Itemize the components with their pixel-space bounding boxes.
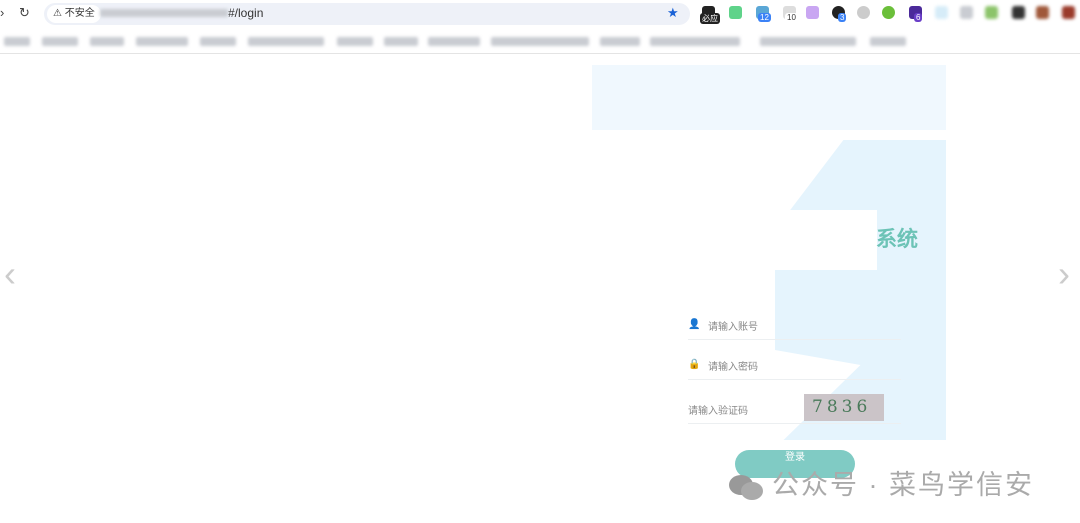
url-suffix: #/login [228,6,264,20]
bookmarks-bar [0,30,1080,54]
security-indicator[interactable]: ⚠ 不安全 [47,5,101,23]
bookmark-item[interactable] [4,37,30,46]
bookmark-item[interactable] [136,37,188,46]
bookmark-item[interactable] [248,37,324,46]
url-text: #/login [100,6,263,20]
extension-icon[interactable] [935,6,948,19]
password-field[interactable]: 🔒 请输入密码 [688,352,901,380]
bookmark-item[interactable] [428,37,480,46]
extension-badge: 必应 [700,13,720,24]
header-banner [592,65,946,130]
title-area [592,210,877,270]
reload-icon[interactable]: ↻ [19,5,30,21]
address-bar[interactable]: ⚠ 不安全 #/login ★ [44,3,690,25]
bookmark-item[interactable] [650,37,740,46]
bookmark-item[interactable] [384,37,418,46]
login-page: 系统 ‹ › 👤 请输入账号 🔒 请输入密码 请输入验证码 7836 登录 公众… [0,55,1080,523]
watermark: 公众号 · 菜鸟学信安 [728,463,1034,502]
bookmark-item[interactable] [491,37,589,46]
extension-badge: 10 [785,13,798,22]
captcha-input[interactable]: 请输入验证码 [688,402,748,417]
watermark-text: 公众号 · 菜鸟学信安 [772,470,1034,500]
bookmark-item[interactable] [200,37,236,46]
extension-badge: 6 [914,13,923,22]
next-arrow-icon[interactable]: › [1058,253,1070,295]
bookmark-item[interactable] [870,37,906,46]
prev-arrow-icon[interactable]: ‹ [4,253,16,295]
extension-badge: 12 [758,13,771,22]
bookmark-star-icon[interactable]: ★ [667,5,679,21]
extension-icon[interactable] [960,6,973,19]
system-title: 系统 [876,228,918,251]
bookmark-item[interactable] [42,37,78,46]
account-input[interactable]: 请输入账号 [708,318,758,333]
extension-icon[interactable] [1012,6,1025,19]
lock-icon: 🔒 [688,359,701,370]
captcha-image[interactable]: 7836 [804,394,884,421]
bookmark-item[interactable] [600,37,640,46]
bookmark-item[interactable] [337,37,373,46]
security-label: 不安全 [64,8,95,19]
user-icon: 👤 [688,319,701,330]
browser-toolbar: › ↻ ⚠ 不安全 #/login ★ 必应 12 10 3 6 [0,0,1080,28]
extension-badge: 3 [838,13,847,22]
extension-icon[interactable] [882,6,895,19]
profile-avatar[interactable] [1062,6,1075,19]
extension-icon[interactable] [729,6,742,19]
extension-icon[interactable] [806,6,819,19]
password-input[interactable]: 请输入密码 [708,358,758,373]
wechat-icon [729,474,763,500]
bookmark-item[interactable] [90,37,124,46]
forward-icon[interactable]: › [0,5,4,20]
extension-icon[interactable] [1036,6,1049,19]
extension-icon[interactable] [857,6,870,19]
account-field[interactable]: 👤 请输入账号 [688,312,901,340]
bookmark-item[interactable] [760,37,856,46]
extension-icon[interactable] [985,6,998,19]
